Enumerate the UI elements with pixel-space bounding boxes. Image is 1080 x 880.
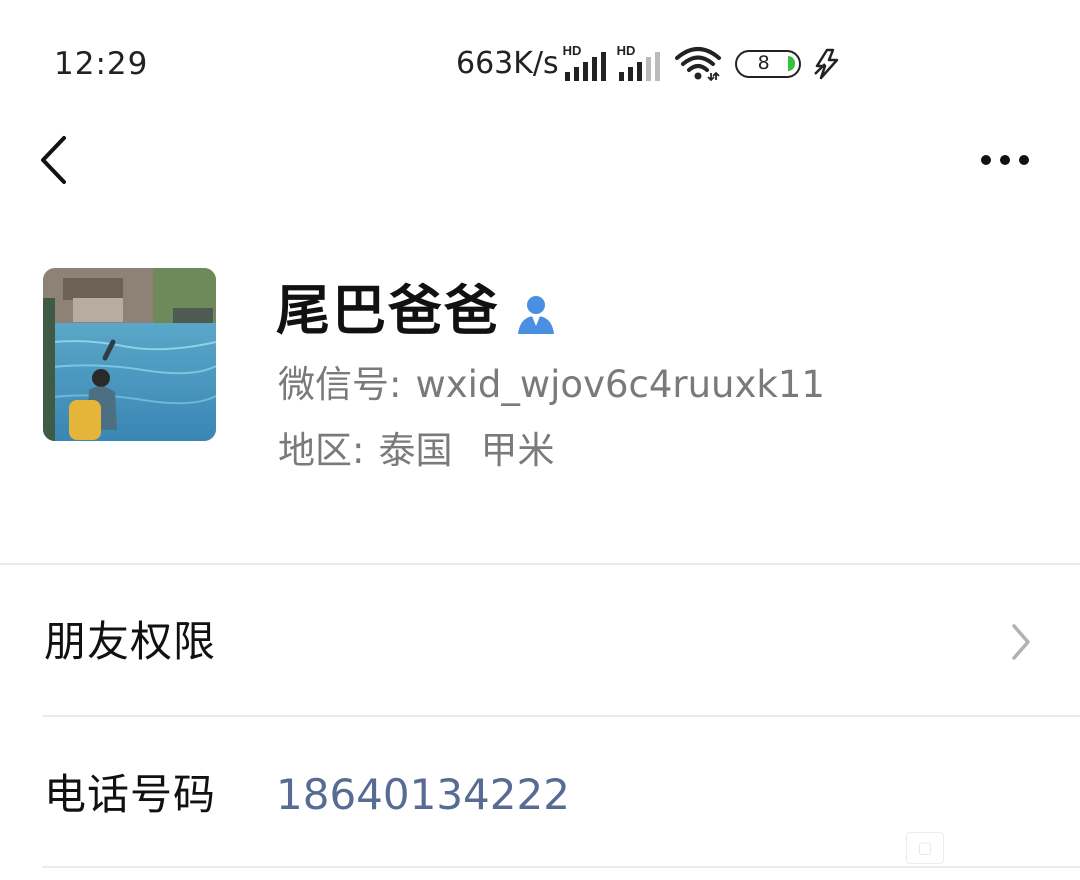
charging-icon <box>813 48 838 80</box>
wechat-id-label: 微信号: <box>278 363 402 406</box>
region-city: 甲米 <box>480 429 555 472</box>
chevron-right-icon <box>1012 624 1030 660</box>
profile-name-row: 尾巴爸爸 <box>276 276 558 346</box>
wechat-id-row: 微信号: wxid_wjov6c4ruuxk11 <box>278 360 825 410</box>
region-row: 地区: 泰国 甲米 <box>278 426 554 476</box>
battery-icon: 8 <box>734 50 801 78</box>
profile-name: 尾巴爸爸 <box>276 279 500 342</box>
chevron-left-icon <box>41 136 66 184</box>
more-button[interactable] <box>970 140 1040 180</box>
friend-permissions-label: 朋友权限 <box>44 617 217 666</box>
battery-level-fill <box>787 56 795 71</box>
section-divider <box>0 563 1080 565</box>
row-divider <box>42 866 1080 868</box>
wifi-icon <box>674 47 721 82</box>
phone-number-link[interactable]: 18640134222 <box>276 767 570 823</box>
avatar-photo <box>43 268 216 441</box>
friend-permissions-row[interactable]: 朋友权限 <box>0 566 1080 716</box>
network-speed: 663K/s <box>456 46 559 81</box>
signal-hd-icon: HD <box>563 44 607 84</box>
battery-level-text: 8 <box>757 52 770 74</box>
region-country: 泰国 <box>378 429 453 472</box>
status-indicators: 663K/s HD HD 8 <box>456 42 843 86</box>
status-bar: 12:29 663K/s HD HD 8 <box>0 0 1080 120</box>
signal-hd-icon: HD <box>617 44 661 84</box>
avatar[interactable] <box>43 268 216 441</box>
contact-profile-screen: 12:29 663K/s HD HD 8 尾巴爸爸 微信号: wxid_wjov… <box>0 0 1080 880</box>
region-label: 地区: <box>278 429 365 472</box>
watermark-icon: ▢ <box>906 832 944 864</box>
phone-label: 电话号码 <box>44 770 217 819</box>
more-horizontal-icon <box>981 155 1029 165</box>
wechat-id-value: wxid_wjov6c4ruuxk11 <box>415 363 825 406</box>
contact-person-icon <box>518 296 554 334</box>
status-time: 12:29 <box>54 46 149 82</box>
back-button[interactable] <box>30 128 86 192</box>
